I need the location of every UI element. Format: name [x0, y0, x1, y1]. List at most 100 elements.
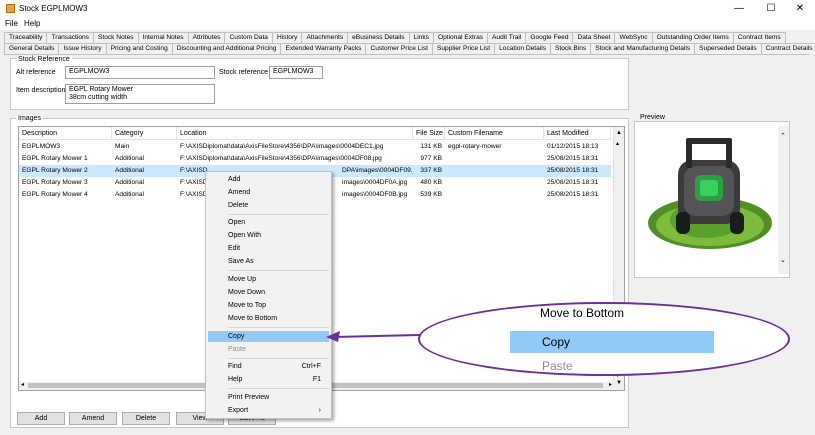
column-category[interactable]: Category	[112, 127, 177, 140]
menu-item-print-preview[interactable]: Print Preview	[208, 392, 329, 403]
menu-item-delete[interactable]: Delete	[208, 200, 329, 211]
scroll-up-icon[interactable]: ▴	[616, 140, 619, 147]
tabs_row1-tab[interactable]: Data Sheet	[572, 32, 616, 43]
cell-file-size: 539 KB	[420, 191, 442, 198]
tabs_row2-tab[interactable]: Issue History	[58, 43, 107, 54]
close-button[interactable]: ✕	[785, 0, 815, 18]
delete-button[interactable]: Delete	[122, 412, 170, 425]
tabs_row2-tab[interactable]: Customer Price List	[365, 43, 433, 54]
submenu-arrow-icon: ›	[318, 407, 321, 414]
tabs_row2-tab[interactable]: Pricing and Costing	[105, 43, 173, 54]
scroll-bottom-icon[interactable]: ▼	[616, 380, 622, 386]
cell-description: EGPL Rotary Mower 1	[22, 155, 88, 162]
tabs_row1-tab[interactable]: Attributes	[187, 32, 226, 43]
menu-item-export[interactable]: Export ›	[208, 405, 329, 416]
menu-item-edit[interactable]: Edit	[208, 243, 329, 254]
tabs_row2-tab[interactable]: General Details	[4, 43, 60, 54]
tabs_row1-tab[interactable]: Optional Extras	[432, 32, 489, 43]
cell-category: Main	[115, 143, 130, 150]
scroll-top-icon[interactable]: ▲	[616, 130, 622, 136]
cell-category: Additional	[115, 191, 144, 198]
preview-scrollbar[interactable]: ⌃ ⌄	[778, 126, 789, 274]
cell-custom-filename: egpl-rotary-mower	[448, 143, 502, 150]
zoom-callout: Move to Bottom Copy Paste	[418, 302, 790, 376]
alt-reference-label: Alt reference	[16, 69, 56, 76]
stock-reference-field[interactable]: EGPLMOW3	[269, 66, 323, 79]
table-row[interactable]: EGPL Rotary Mower 1 Additional F:\AXISDipl…	[19, 153, 611, 165]
tabs_row1-tab[interactable]: Internal Notes	[137, 32, 189, 43]
cell-location-tail: images\0004DF0B.jpg	[342, 191, 408, 198]
tabs_row2-tab[interactable]: Stock and Manufacturing Details	[590, 43, 696, 54]
tabs_row2-tab[interactable]: Location Details	[494, 43, 552, 54]
tabs_row1-tab[interactable]: Google Feed	[525, 32, 574, 43]
menu-item-move-down[interactable]: Move Down	[208, 287, 329, 298]
menu-item-copy[interactable]: Copy	[208, 331, 329, 342]
tabs_row2-tab[interactable]: Discounting and Additional Pricing	[171, 43, 282, 54]
tabs_row1-tab[interactable]: Outstanding Order Items	[651, 32, 734, 43]
menu-file[interactable]: File	[5, 19, 18, 28]
column-custom-filename[interactable]: Custom Filename	[445, 127, 544, 140]
menu-item-move-to-bottom[interactable]: Move to Bottom	[208, 313, 329, 324]
menu-item-move-up[interactable]: Move Up	[208, 274, 329, 285]
table-row[interactable]: EGPLMOW3 Main F:\AXISDiplomat\data\AxisFil…	[19, 141, 611, 153]
item-description-label: Item description	[16, 87, 66, 94]
menu-item-export-label: Export	[228, 407, 249, 414]
add-button[interactable]: Add	[17, 412, 65, 425]
tabs_row1-tab[interactable]: Transactions	[46, 32, 94, 43]
scroll-right-icon[interactable]: ▸	[609, 381, 612, 388]
cell-location-tail: images\0004DF0A.jpg	[342, 179, 408, 186]
cell-last-modified: 01/12/2015 18:13	[547, 143, 599, 150]
cell-location: F:\AXISDiplomat\data\AxisFileStore\4356\…	[180, 155, 382, 162]
minimize-button[interactable]: —	[724, 0, 754, 18]
menu-separator	[228, 388, 329, 389]
tabs_row1-tab[interactable]: WebSync	[614, 32, 653, 43]
tabs_row2-tab[interactable]: Contract Details	[760, 43, 815, 54]
tabs_row1-tab[interactable]: Links	[408, 32, 434, 43]
tabs_row2-tab[interactable]: Extended Warranty Packs	[280, 43, 367, 54]
menu-item-find[interactable]: Find Ctrl+F	[208, 361, 329, 372]
tabs_row1-tab[interactable]: Contract Items	[732, 32, 786, 43]
menu-item-open-with[interactable]: Open With	[208, 230, 329, 241]
tabs_row1-tab[interactable]: Custom Data	[224, 32, 273, 43]
cell-description: EGPL Rotary Mower 4	[22, 191, 88, 198]
cell-category: Additional	[115, 167, 144, 174]
cell-file-size: 480 KB	[420, 179, 442, 186]
menu-separator	[228, 327, 329, 328]
menu-bar: File Help	[0, 18, 815, 30]
menu-item-open[interactable]: Open	[208, 217, 329, 228]
item-description-field[interactable]: EGPL Rotary Mower 38cm cutting width	[65, 84, 215, 104]
tabs_row2-tab[interactable]: Stock Bins	[550, 43, 592, 54]
menu-item-add[interactable]: Add	[208, 174, 329, 185]
scroll-left-icon[interactable]: ◂	[21, 381, 24, 388]
menu-item-move-to-top[interactable]: Move to Top	[208, 300, 329, 311]
maximize-button[interactable]: ☐	[756, 0, 786, 18]
stock-reference-title: Stock Reference	[16, 56, 72, 63]
tabs_row2-tab[interactable]: Supplier Price List	[431, 43, 496, 54]
column-description[interactable]: Description	[19, 127, 112, 140]
chevron-up-icon[interactable]: ⌃	[780, 132, 786, 140]
menu-item-find-label: Find	[228, 363, 242, 370]
cell-custom-filename	[445, 177, 544, 189]
column-last-modified[interactable]: Last Modified	[544, 127, 611, 140]
preview-title: Preview	[638, 114, 667, 121]
cell-location-tail: DPA\images\0004DF09.jpg	[342, 167, 413, 174]
column-file-size[interactable]: File Size	[413, 127, 445, 140]
menu-item-help[interactable]: Help F1	[208, 374, 329, 385]
menu-item-save-as[interactable]: Save As	[208, 256, 329, 267]
menu-item-amend[interactable]: Amend	[208, 187, 329, 198]
tabs_row1-tab[interactable]: History	[271, 32, 303, 43]
tabs_row1-tab[interactable]: eBusiness Details	[347, 32, 410, 43]
menu-help[interactable]: Help	[24, 19, 40, 28]
tabs_row1-tab[interactable]: Audit Trail	[487, 32, 527, 43]
menu-separator	[228, 270, 329, 271]
tabs_row1-tab[interactable]: Traceability	[4, 32, 48, 43]
tabs_row1-tab[interactable]: Stock Notes	[92, 32, 139, 43]
chevron-down-icon[interactable]: ⌄	[780, 256, 786, 264]
column-location[interactable]: Location	[177, 127, 413, 140]
stock-reference-label: Stock reference	[219, 69, 269, 76]
alt-reference-field[interactable]: EGPLMOW3	[65, 66, 215, 79]
tabs_row1-tab[interactable]: Attachments	[301, 32, 349, 43]
tabs_row2-tab[interactable]: Superseded Details	[694, 43, 762, 54]
app-icon	[6, 4, 15, 13]
amend-button[interactable]: Amend	[69, 412, 117, 425]
